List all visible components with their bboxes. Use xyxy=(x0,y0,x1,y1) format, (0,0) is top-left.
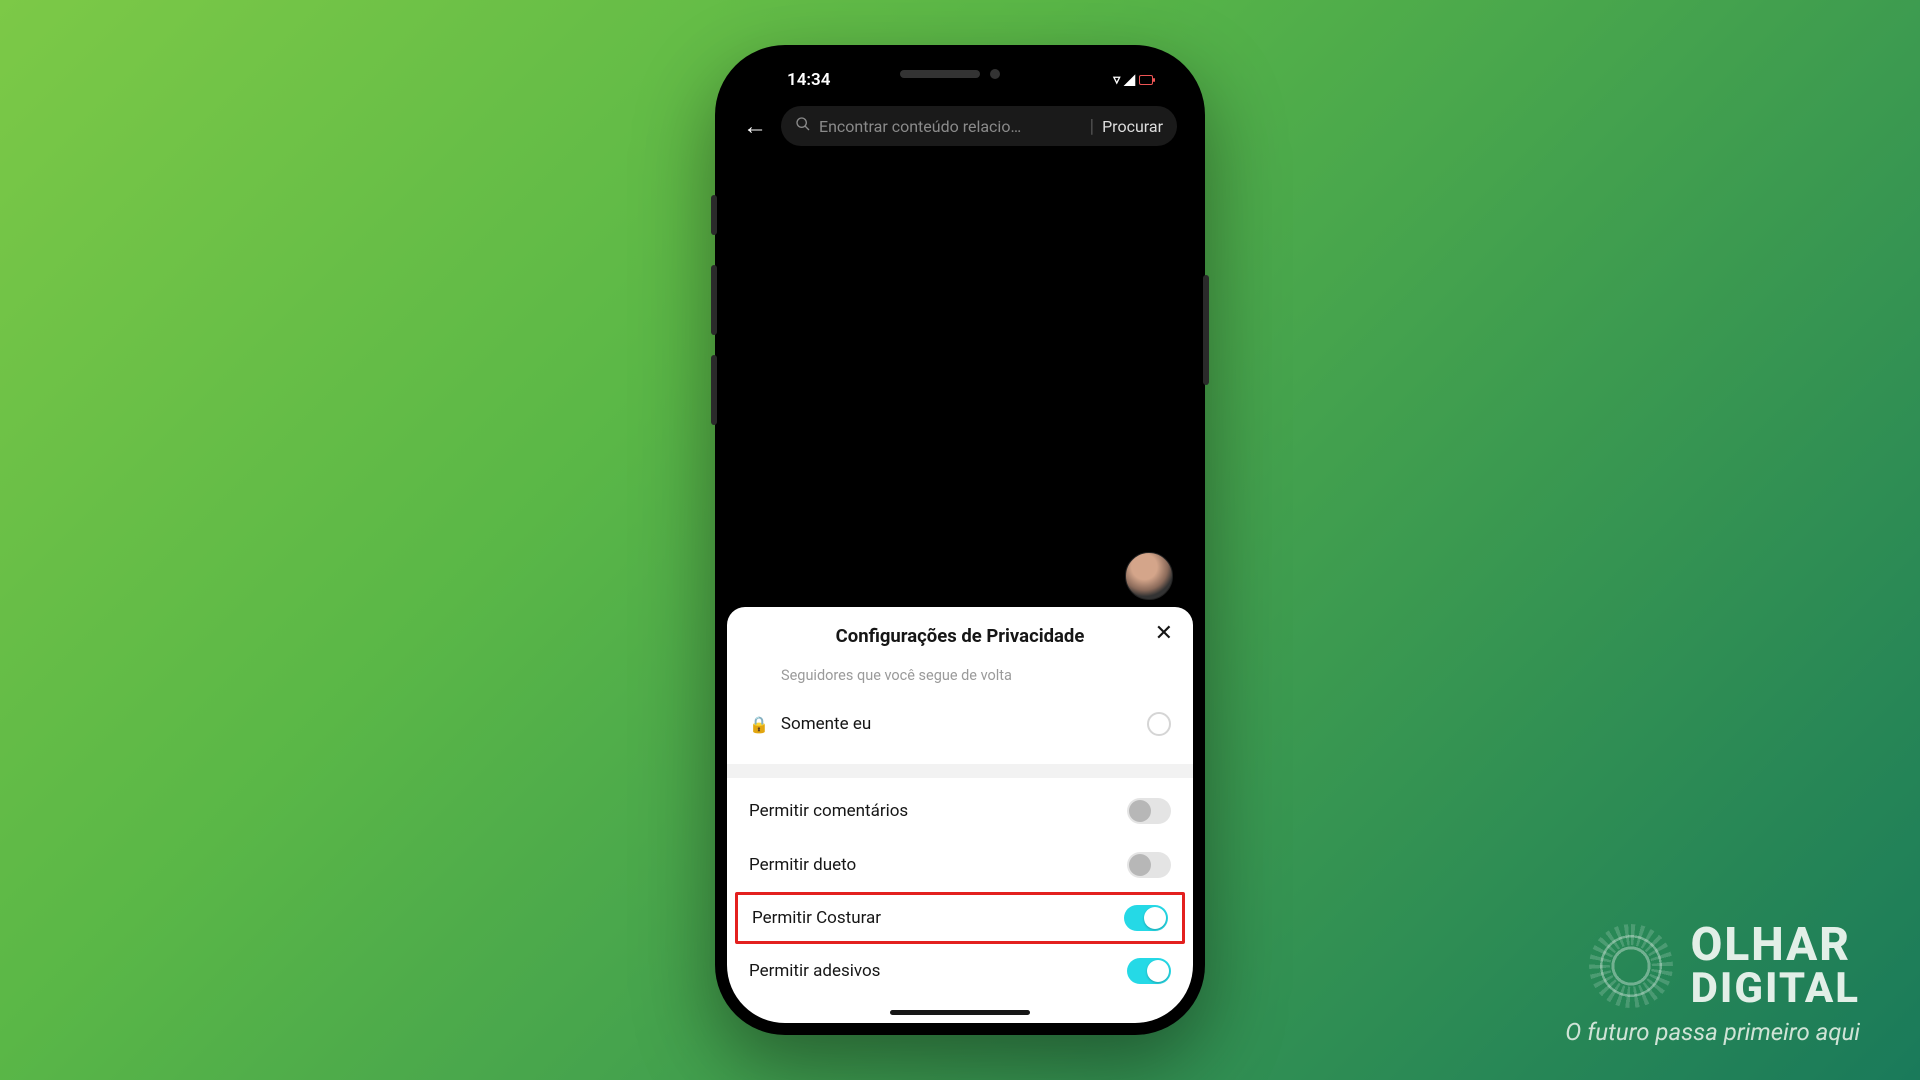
lock-icon: 🔒 xyxy=(749,715,769,734)
status-bar: 14:34 ▿ ◢ xyxy=(727,57,1193,102)
highlight-allow-stitch: Permitir Costurar xyxy=(735,892,1185,944)
toggle-label: Permitir comentários xyxy=(749,801,908,821)
toggle-switch[interactable] xyxy=(1127,852,1171,878)
search-bar: ← Encontrar conteúdo relacio… | Procurar xyxy=(727,102,1193,158)
toggle-label: Permitir dueto xyxy=(749,855,856,875)
toggle-switch[interactable] xyxy=(1127,798,1171,824)
toggle-label: Permitir Costurar xyxy=(752,908,881,928)
divider: | xyxy=(1090,116,1094,137)
search-input[interactable]: Encontrar conteúdo relacio… | Procurar xyxy=(781,106,1177,146)
option-only-me[interactable]: 🔒 Somente eu xyxy=(749,698,1171,750)
brand-name-line2: DIGITAL xyxy=(1691,968,1860,1010)
phone-frame: 14:34 ▿ ◢ ← Encontrar conteúdo relacio… … xyxy=(715,45,1205,1035)
close-icon[interactable]: ✕ xyxy=(1155,623,1173,645)
toggle-label: Permitir adesivos xyxy=(749,961,880,981)
signal-icon: ◢ xyxy=(1124,72,1135,88)
brand-ring-icon xyxy=(1589,924,1673,1008)
toggle-switch[interactable] xyxy=(1124,905,1168,931)
brand-tagline: O futuro passa primeiro aqui xyxy=(1565,1018,1860,1046)
phone-screen: 14:34 ▿ ◢ ← Encontrar conteúdo relacio… … xyxy=(727,57,1193,1023)
toggle-allow-stitch[interactable]: Permitir Costurar xyxy=(752,905,1168,931)
back-arrow-icon[interactable]: ← xyxy=(743,112,771,141)
option-subtext: Seguidores que você segue de volta xyxy=(749,667,1171,684)
privacy-settings-sheet: Configurações de Privacidade ✕ Seguidore… xyxy=(727,607,1193,1023)
radio-unselected[interactable] xyxy=(1147,712,1171,736)
search-action-label[interactable]: Procurar xyxy=(1102,117,1163,136)
toggle-allow-comments[interactable]: Permitir comentários xyxy=(727,784,1193,838)
phone-side-button xyxy=(1203,275,1209,385)
phone-side-button xyxy=(711,355,717,425)
sheet-title: Configurações de Privacidade xyxy=(836,625,1085,647)
battery-low-icon xyxy=(1139,75,1153,85)
search-icon xyxy=(795,116,811,136)
avatar[interactable] xyxy=(1125,552,1173,600)
brand-name-line1: OLHAR xyxy=(1691,922,1860,968)
wifi-icon: ▿ xyxy=(1113,72,1120,88)
status-icons: ▿ ◢ xyxy=(1113,72,1153,88)
home-indicator[interactable] xyxy=(890,1010,1030,1015)
phone-side-button xyxy=(711,195,717,235)
toggle-switch[interactable] xyxy=(1127,958,1171,984)
option-only-me-label: Somente eu xyxy=(781,714,871,734)
phone-side-button xyxy=(711,265,717,335)
status-camera-island xyxy=(900,69,1020,79)
search-placeholder: Encontrar conteúdo relacio… xyxy=(819,117,1082,136)
toggle-allow-duet[interactable]: Permitir dueto xyxy=(727,838,1193,892)
brand-watermark: OLHAR DIGITAL O futuro passa primeiro aq… xyxy=(1565,922,1860,1046)
toggle-allow-stickers[interactable]: Permitir adesivos xyxy=(727,944,1193,998)
status-time: 14:34 xyxy=(787,70,830,90)
